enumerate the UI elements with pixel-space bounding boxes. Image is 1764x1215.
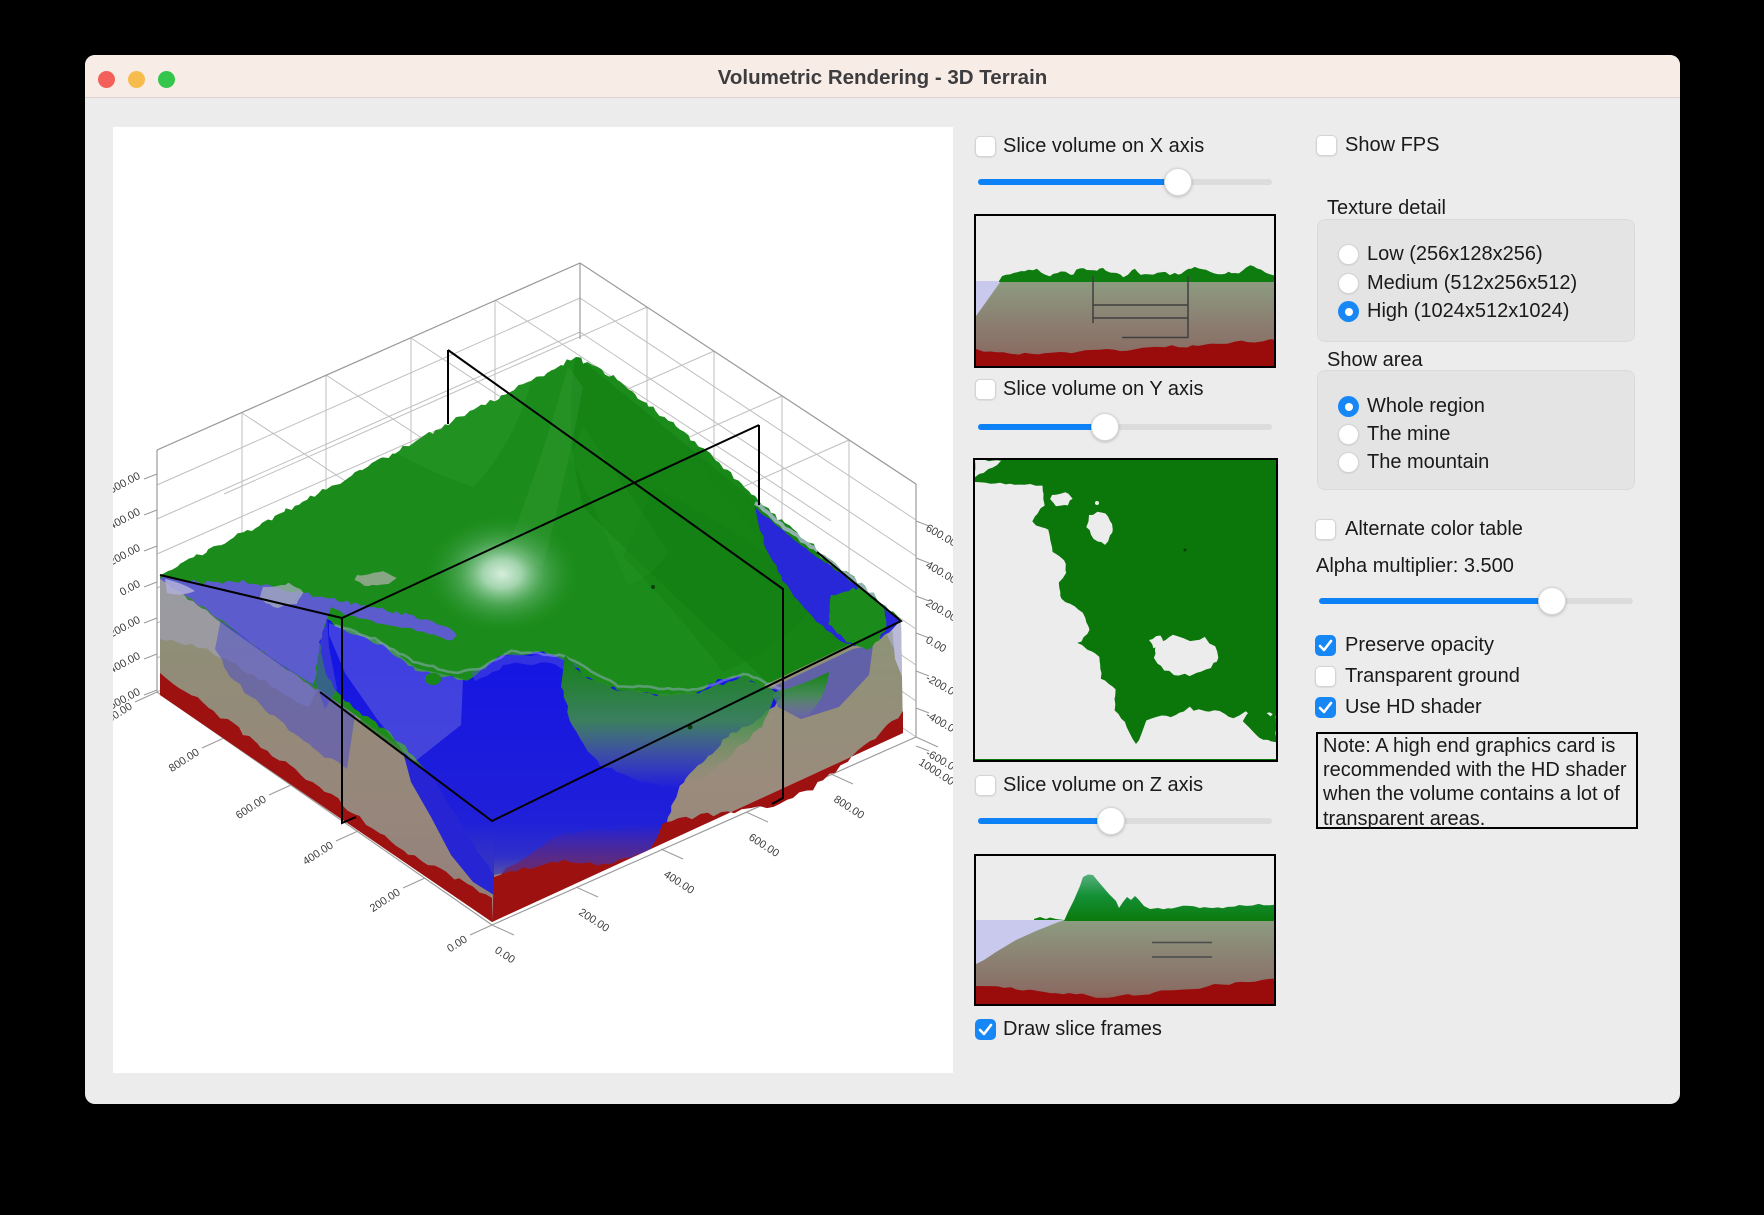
svg-text:-200.00: -200.00 [924,672,954,701]
svg-text:600.00: 600.00 [746,831,781,859]
svg-text:400.00: 400.00 [301,839,336,867]
svg-text:600.00: 600.00 [113,470,142,496]
svg-text:200.00: 200.00 [924,597,954,624]
svg-text:200.00: 200.00 [368,886,403,914]
svg-text:400.00: 400.00 [113,506,142,532]
svg-text:800.00: 800.00 [167,746,202,774]
svg-text:800.00: 800.00 [831,793,866,821]
svg-text:400.00: 400.00 [924,559,954,586]
svg-text:400.00: 400.00 [661,868,696,896]
svg-text:600.00: 600.00 [234,793,269,821]
svg-text:200.00: 200.00 [113,542,142,568]
svg-text:200.00: 200.00 [576,906,611,934]
svg-text:0.00: 0.00 [492,944,517,966]
svg-text:400.00: 400.00 [113,650,142,676]
svg-text:0.00: 0.00 [924,634,949,655]
svg-text:0.00: 0.00 [118,578,143,599]
svg-text:600.00: 600.00 [924,522,954,549]
svg-text:0.00: 0.00 [445,933,470,955]
svg-text:200.00: 200.00 [113,614,142,640]
svg-text:-400.00: -400.00 [924,709,954,738]
